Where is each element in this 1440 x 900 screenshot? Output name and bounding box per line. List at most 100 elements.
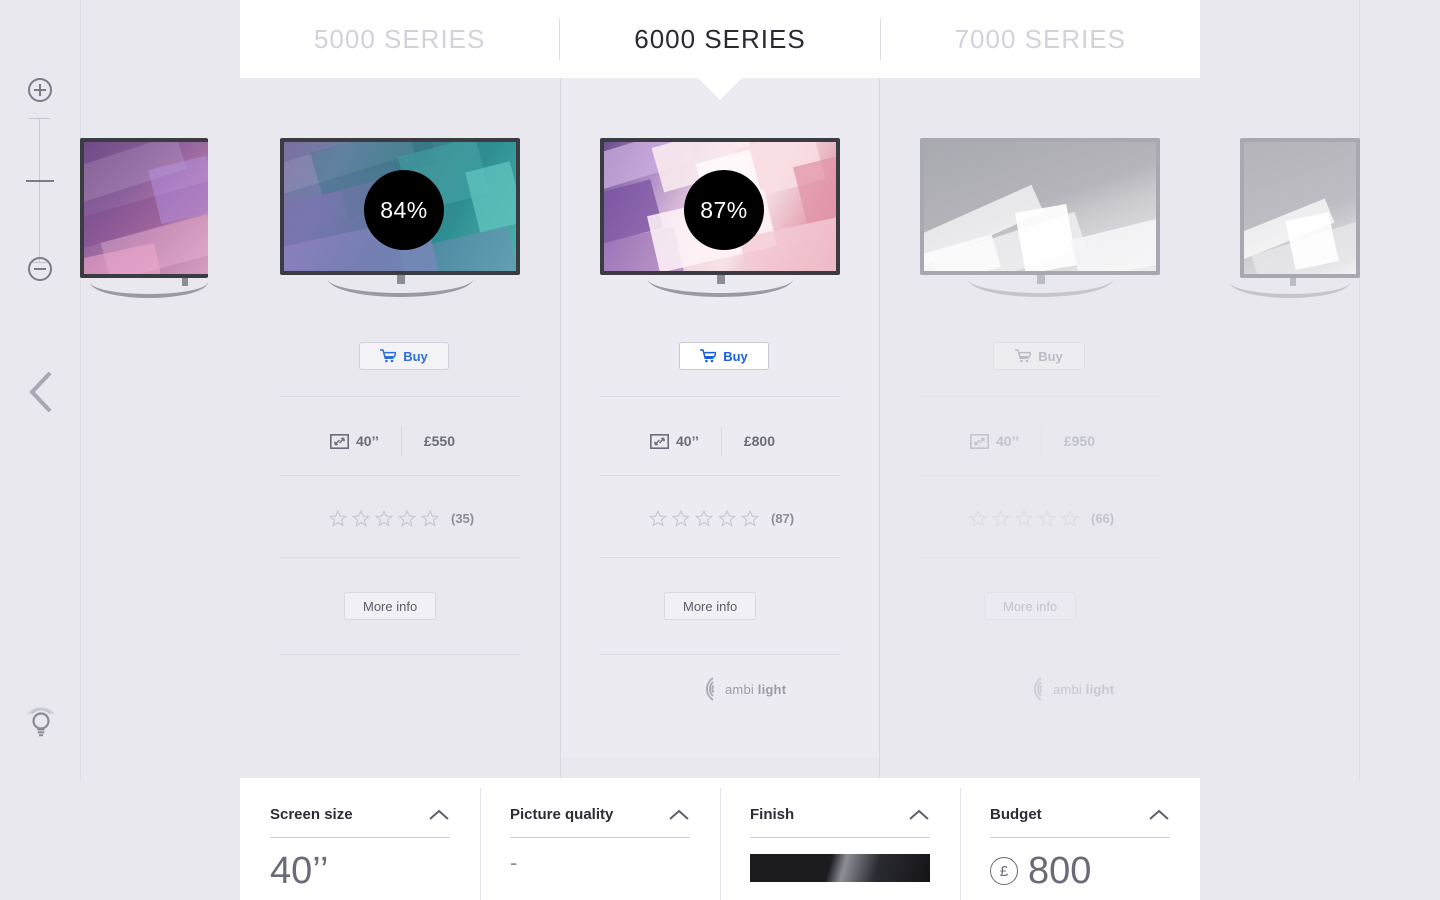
filter-picture-quality[interactable]: Picture quality - — [480, 778, 720, 900]
product-card-3-disabled[interactable]: Buy 40’’ £950 (66) More info ambi light — [920, 78, 1160, 778]
tv-image-partial-left — [80, 138, 208, 298]
chevron-up-icon[interactable] — [1148, 808, 1170, 822]
screen-size-spec-2: 40’’ — [650, 433, 699, 449]
featured-column-edge-right — [879, 78, 880, 780]
buy-button-1[interactable]: Buy — [359, 342, 449, 370]
filter-header[interactable]: Screen size — [270, 806, 450, 823]
spec-divider — [720, 426, 722, 456]
tab-6000-series[interactable]: 6000 SERIES — [560, 24, 879, 55]
screen-size-spec-3: 40’’ — [970, 433, 1019, 449]
screen-size-icon — [650, 433, 669, 449]
screen-size-value-2: 40’’ — [676, 433, 699, 449]
tv-image-3 — [920, 138, 1160, 297]
finish-color-swatch[interactable] — [750, 854, 930, 882]
filter-rule — [510, 837, 690, 838]
product-card-1[interactable]: 84% Buy 40’’ £550 (35) More info — [280, 78, 520, 778]
divider — [600, 654, 840, 655]
tab-label: 7000 SERIES — [954, 23, 1127, 54]
rating-count-2: (87) — [771, 511, 795, 526]
divider — [920, 396, 1160, 397]
screen-size-spec-1: 40’’ — [330, 433, 379, 449]
product-card-2-featured[interactable]: 87% Buy 40’’ £800 (87) More info ambi li… — [600, 78, 840, 778]
tv-image-partial-right — [1230, 138, 1360, 298]
app-root: 5000 SERIES 6000 SERIES 7000 SERIES 84% … — [0, 0, 1440, 900]
buy-button-3: Buy — [993, 342, 1085, 370]
more-info-button-1[interactable]: More info — [344, 592, 437, 620]
price-value-2: £800 — [743, 433, 775, 449]
filter-screen-size[interactable]: Screen size 40’’ — [240, 778, 480, 900]
filter-budget[interactable]: Budget £ 800 — [960, 778, 1200, 900]
zoom-in-button[interactable] — [28, 78, 52, 102]
star-icon — [741, 510, 759, 527]
filter-title: Finish — [750, 806, 795, 823]
currency-icon: £ — [990, 857, 1018, 885]
tv-image-2: 87% — [600, 138, 840, 297]
buy-button-2[interactable]: Buy — [679, 342, 769, 370]
cart-icon — [380, 349, 397, 363]
divider — [920, 475, 1160, 476]
cart-icon — [1015, 349, 1032, 363]
filter-rule — [270, 837, 450, 838]
buy-label: Buy — [723, 348, 748, 364]
series-tab-bar: 5000 SERIES 6000 SERIES 7000 SERIES — [240, 0, 1200, 78]
filter-title: Budget — [990, 806, 1042, 823]
filter-value-budget: £ 800 — [990, 852, 1170, 890]
divider — [600, 396, 840, 397]
tab-5000-series[interactable]: 5000 SERIES — [240, 24, 559, 55]
spec-row-2: 40’’ £800 — [650, 426, 775, 456]
screen-size-icon — [330, 433, 349, 449]
tab-label: 6000 SERIES — [634, 23, 806, 54]
filter-rule — [990, 837, 1170, 838]
filter-header[interactable]: Finish — [750, 806, 930, 823]
filter-title: Screen size — [270, 806, 353, 823]
zoom-slider-track[interactable] — [39, 118, 40, 263]
zoom-out-button[interactable] — [28, 257, 52, 281]
buy-label: Buy — [403, 348, 428, 364]
chevron-up-icon[interactable] — [668, 808, 690, 822]
star-icon — [695, 510, 713, 527]
star-icon — [672, 510, 690, 527]
screen-size-value-3: 40’’ — [996, 433, 1019, 449]
chevron-left-icon — [29, 371, 52, 413]
more-info-button-2[interactable]: More info — [664, 592, 757, 620]
more-info-button-3: More info — [984, 592, 1077, 620]
screen-size-value-1: 40’’ — [356, 433, 379, 449]
rating-3: (66) — [969, 510, 1114, 527]
chevron-up-icon[interactable] — [428, 808, 450, 822]
ambilight-badge-3: ambi light — [1021, 674, 1114, 704]
ambilight-icon — [1034, 677, 1043, 701]
spec-divider — [400, 426, 402, 456]
divider — [280, 654, 520, 655]
star-icon — [352, 510, 370, 527]
filter-value-screen-size: 40’’ — [270, 850, 329, 892]
spec-row-1: 40’’ £550 — [330, 426, 455, 456]
rating-2[interactable]: (87) — [649, 510, 794, 527]
divider — [920, 557, 1160, 558]
score-badge-2: 87% — [684, 170, 764, 250]
chevron-up-icon[interactable] — [908, 808, 930, 822]
star-icon — [1061, 510, 1079, 527]
previous-arrow-button[interactable] — [28, 370, 54, 419]
cart-icon — [700, 349, 717, 363]
star-icon — [421, 510, 439, 527]
filter-finish[interactable]: Finish — [720, 778, 960, 900]
tab-7000-series[interactable]: 7000 SERIES — [881, 24, 1200, 55]
filter-header[interactable]: Budget — [990, 806, 1170, 823]
filter-header[interactable]: Picture quality — [510, 806, 690, 823]
lightbulb-icon — [27, 707, 55, 737]
tab-label: 5000 SERIES — [313, 23, 486, 54]
rating-1[interactable]: (35) — [329, 510, 474, 527]
price-value-3: £950 — [1063, 433, 1095, 449]
star-icon — [1038, 510, 1056, 527]
tv-image-1: 84% — [280, 138, 520, 297]
ambilight-toggle-button[interactable] — [24, 704, 58, 749]
divider — [600, 475, 840, 476]
buy-label: Buy — [1038, 348, 1063, 364]
zoom-slider-handle[interactable] — [26, 180, 54, 182]
divider — [280, 475, 520, 476]
score-badge-1: 84% — [364, 170, 444, 250]
filter-title: Picture quality — [510, 806, 614, 823]
right-rail: 42’’ 32’’ — [1360, 0, 1440, 780]
filter-value-picture-quality: - — [510, 850, 518, 875]
zoom-slider-tick-top — [29, 118, 50, 119]
